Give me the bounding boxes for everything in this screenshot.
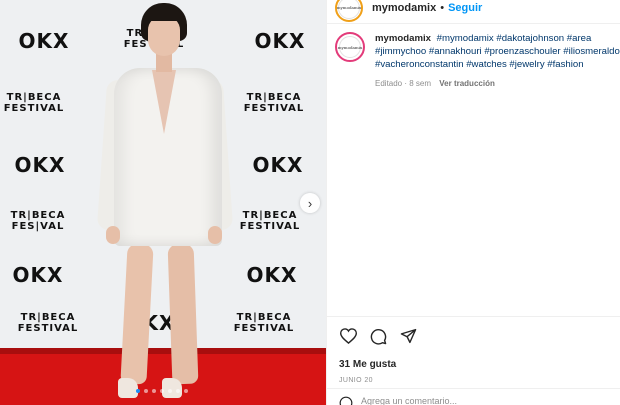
hashtag-link[interactable]: #proenzaschouler xyxy=(484,46,560,57)
post-photo[interactable]: OKX TR|BECAFESTIVAL OKX TR|BECAFESTIVAL … xyxy=(0,0,326,405)
backdrop-tribeca-logo: TR|BECAFESTIVAL xyxy=(3,92,65,114)
comment-icon xyxy=(370,328,386,345)
post-header: mymodamix mymodamix • Seguir xyxy=(327,0,620,24)
caption-avatar[interactable]: mymodamix xyxy=(335,32,365,62)
blazer-neckline xyxy=(152,70,176,134)
heart-icon xyxy=(339,328,357,344)
left-hand xyxy=(106,226,120,244)
hashtag-link[interactable]: #vacheronconstantin xyxy=(375,59,464,70)
carousel-dot xyxy=(168,389,172,393)
edited-timestamp: Editado · 8 sem xyxy=(375,79,432,88)
carousel-dot xyxy=(144,389,148,393)
hashtag-link[interactable]: #fashion xyxy=(547,59,583,70)
like-button[interactable] xyxy=(339,327,357,345)
post-side-panel: mymodamix mymodamix • Seguir mymodamix m… xyxy=(326,0,620,405)
hashtag-link[interactable]: #watches xyxy=(466,59,507,70)
hashtag-link[interactable]: #annakhouri xyxy=(429,46,482,57)
backdrop-okx-logo: OKX xyxy=(254,29,306,53)
carousel-dot xyxy=(160,389,164,393)
comment-button[interactable] xyxy=(369,327,387,345)
header-separator: • xyxy=(440,1,445,14)
caption-body: mymodamix #mymodamix #dakotajohnson #are… xyxy=(375,32,620,90)
comment-input[interactable]: Agrega un comentario... xyxy=(361,396,457,405)
avatar-image: mymodamix xyxy=(336,0,362,19)
left-shoe xyxy=(118,378,138,398)
post-caption: mymodamix mymodamix #mymodamix #dakotajo… xyxy=(335,32,620,90)
right-hand xyxy=(208,226,222,244)
right-leg xyxy=(167,243,199,385)
backdrop-tribeca-logo: TR|BECAFESTIVAL xyxy=(17,312,79,334)
carousel-dot xyxy=(184,389,188,393)
carousel-next-button[interactable]: › xyxy=(300,193,320,213)
follow-button[interactable]: Seguir xyxy=(448,2,482,14)
person-figure xyxy=(96,0,234,405)
caption-meta: Editado · 8 sem Ver traducción xyxy=(375,77,620,90)
hashtag-link[interactable]: #jewelry xyxy=(509,59,544,70)
backdrop-tribeca-logo: TR|BECAFESTIVAL xyxy=(243,92,305,114)
comment-bar: Agrega un comentario... xyxy=(327,388,620,405)
header-username[interactable]: mymodamix xyxy=(372,2,436,14)
avatar[interactable]: mymodamix xyxy=(335,0,363,22)
emoji-icon[interactable] xyxy=(339,396,353,405)
bangs xyxy=(146,7,182,21)
carousel-dots xyxy=(136,389,188,393)
left-leg xyxy=(120,243,154,385)
hashtag-link[interactable]: #dakotajohnson xyxy=(496,33,564,44)
share-button[interactable] xyxy=(399,327,417,345)
likes-count[interactable]: 31 Me gusta xyxy=(339,359,396,370)
backdrop-okx-logo: OKX xyxy=(18,29,70,53)
carousel-dot xyxy=(176,389,180,393)
avatar-image: mymodamix xyxy=(337,36,363,58)
backdrop-okx-logo: OKX xyxy=(252,153,304,177)
see-translation-link[interactable]: Ver traducción xyxy=(439,79,495,88)
hashtag-link[interactable]: #mymodamix xyxy=(437,33,494,44)
carousel-dot xyxy=(136,389,140,393)
face xyxy=(148,16,180,56)
post-date: JUNIO 20 xyxy=(339,377,373,384)
instagram-post-view: OKX TR|BECAFESTIVAL OKX TR|BECAFESTIVAL … xyxy=(0,0,620,405)
backdrop-okx-logo: OKX xyxy=(14,153,66,177)
avatar-logo-text: mymodamix xyxy=(337,44,363,50)
paper-plane-icon xyxy=(400,328,416,344)
carousel-dot xyxy=(152,389,156,393)
action-bar xyxy=(327,316,620,345)
hashtag-link[interactable]: #iliosmeraldo xyxy=(563,46,620,57)
caption-username[interactable]: mymodamix xyxy=(375,33,431,44)
hashtag-link[interactable]: #jimmychoo xyxy=(375,46,426,57)
avatar-logo-text: mymodamix xyxy=(336,5,362,10)
backdrop-tribeca-logo: TR|BECA FES|VAL xyxy=(10,210,66,232)
chevron-right-icon: › xyxy=(307,195,313,211)
hashtag-link[interactable]: #area xyxy=(567,33,592,44)
right-shoe xyxy=(162,378,182,398)
